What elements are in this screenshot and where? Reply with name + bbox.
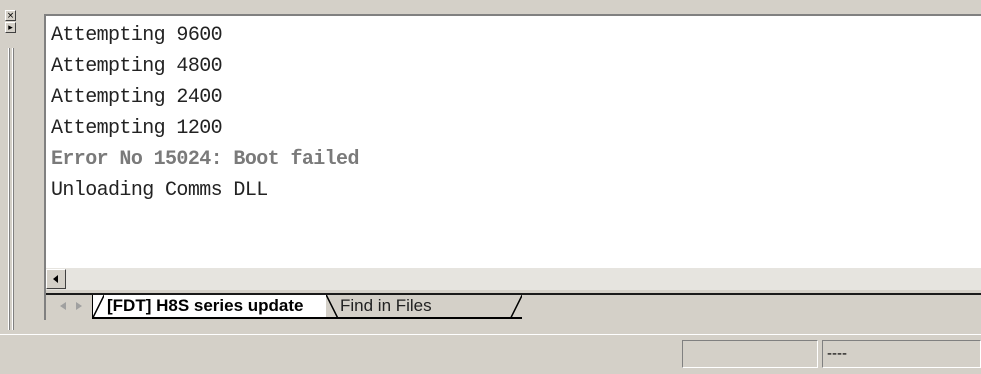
output-line: Attempting 2400	[51, 86, 223, 109]
output-line: Unloading Comms DLL	[51, 179, 268, 202]
arrow-left-icon	[53, 275, 58, 283]
tab-find-in-files[interactable]: Find in Files	[326, 295, 522, 319]
status-bar: ----	[0, 334, 981, 374]
status-main-pane	[0, 340, 678, 368]
tab-label: Find in Files	[340, 296, 432, 315]
panel-menu-icon[interactable]: ▸	[5, 22, 16, 33]
output-line: Attempting 4800	[51, 55, 223, 78]
output-text: Attempting 9600 Attempting 4800 Attempti…	[51, 20, 359, 206]
output-window[interactable]: Attempting 9600 Attempting 4800 Attempti…	[44, 14, 981, 268]
tab-fdt-h8s-series-update[interactable]: [FDT] H8S series update	[92, 295, 326, 319]
scroll-left-button[interactable]	[46, 269, 66, 289]
tab-scroll-prev-button[interactable]	[56, 298, 71, 314]
grip-bar[interactable]	[9, 48, 10, 330]
output-line: Attempting 1200	[51, 117, 223, 140]
output-line: Attempting 9600	[51, 24, 223, 47]
close-icon[interactable]: ×	[5, 10, 16, 21]
arrow-right-icon	[76, 302, 82, 310]
output-panel: × ▸ Attempting 9600 Attempting 4800 Atte…	[0, 0, 981, 334]
output-line-error: Error No 15024: Boot failed	[51, 148, 359, 171]
status-mid-pane	[682, 340, 818, 368]
tab-scroll-next-button[interactable]	[72, 298, 87, 314]
grip-bar[interactable]	[13, 48, 14, 330]
tab-strip: [FDT] H8S series update Find in Files	[44, 290, 981, 320]
horizontal-scrollbar[interactable]	[44, 268, 981, 290]
tab-label: [FDT] H8S series update	[107, 296, 304, 315]
arrow-left-icon	[60, 302, 66, 310]
panel-gripper[interactable]: × ▸	[0, 10, 22, 330]
status-right-pane: ----	[822, 340, 981, 368]
